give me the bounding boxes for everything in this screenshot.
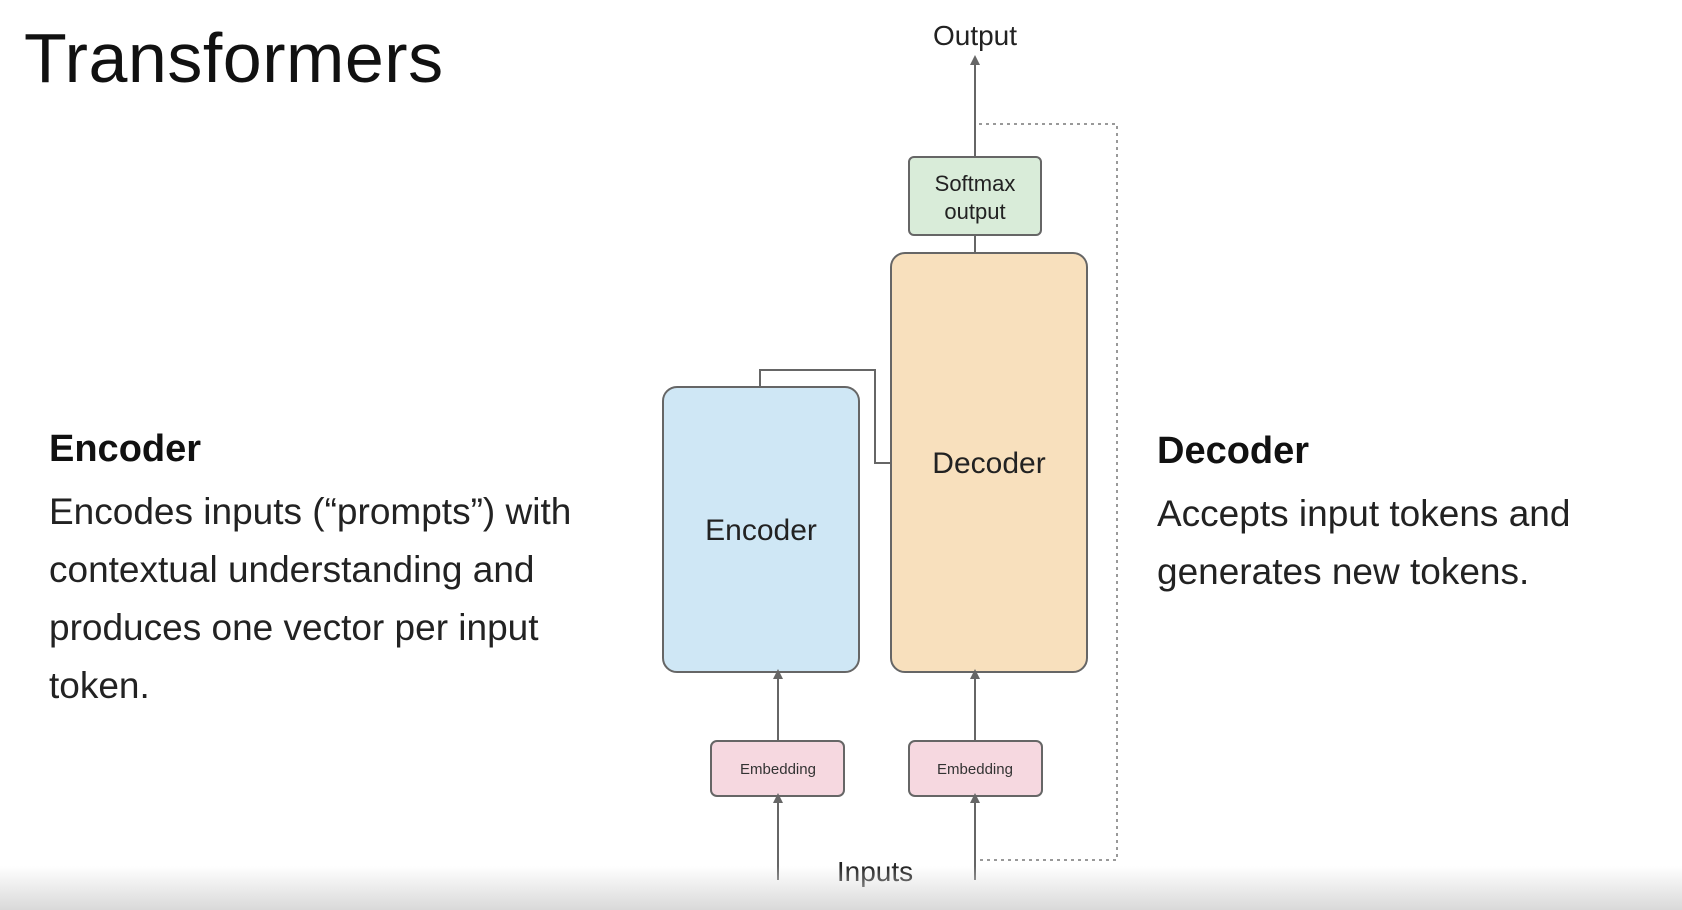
bottom-fade [0, 866, 1682, 910]
encoder-embedding-label: Embedding [740, 761, 816, 778]
encoder-box-label: Encoder [705, 514, 817, 547]
transformer-diagram: Softmax output Encoder Decoder Embedding… [662, 20, 1118, 887]
softmax-label-line1: Softmax [935, 171, 1016, 196]
decoder-box-label: Decoder [932, 447, 1045, 480]
decoder-embedding-label: Embedding [937, 761, 1013, 778]
softmax-label-line2: output [944, 199, 1005, 224]
slide: Transformers Encoder Encodes inputs (“pr… [0, 0, 1682, 910]
output-label: Output [933, 20, 1017, 51]
